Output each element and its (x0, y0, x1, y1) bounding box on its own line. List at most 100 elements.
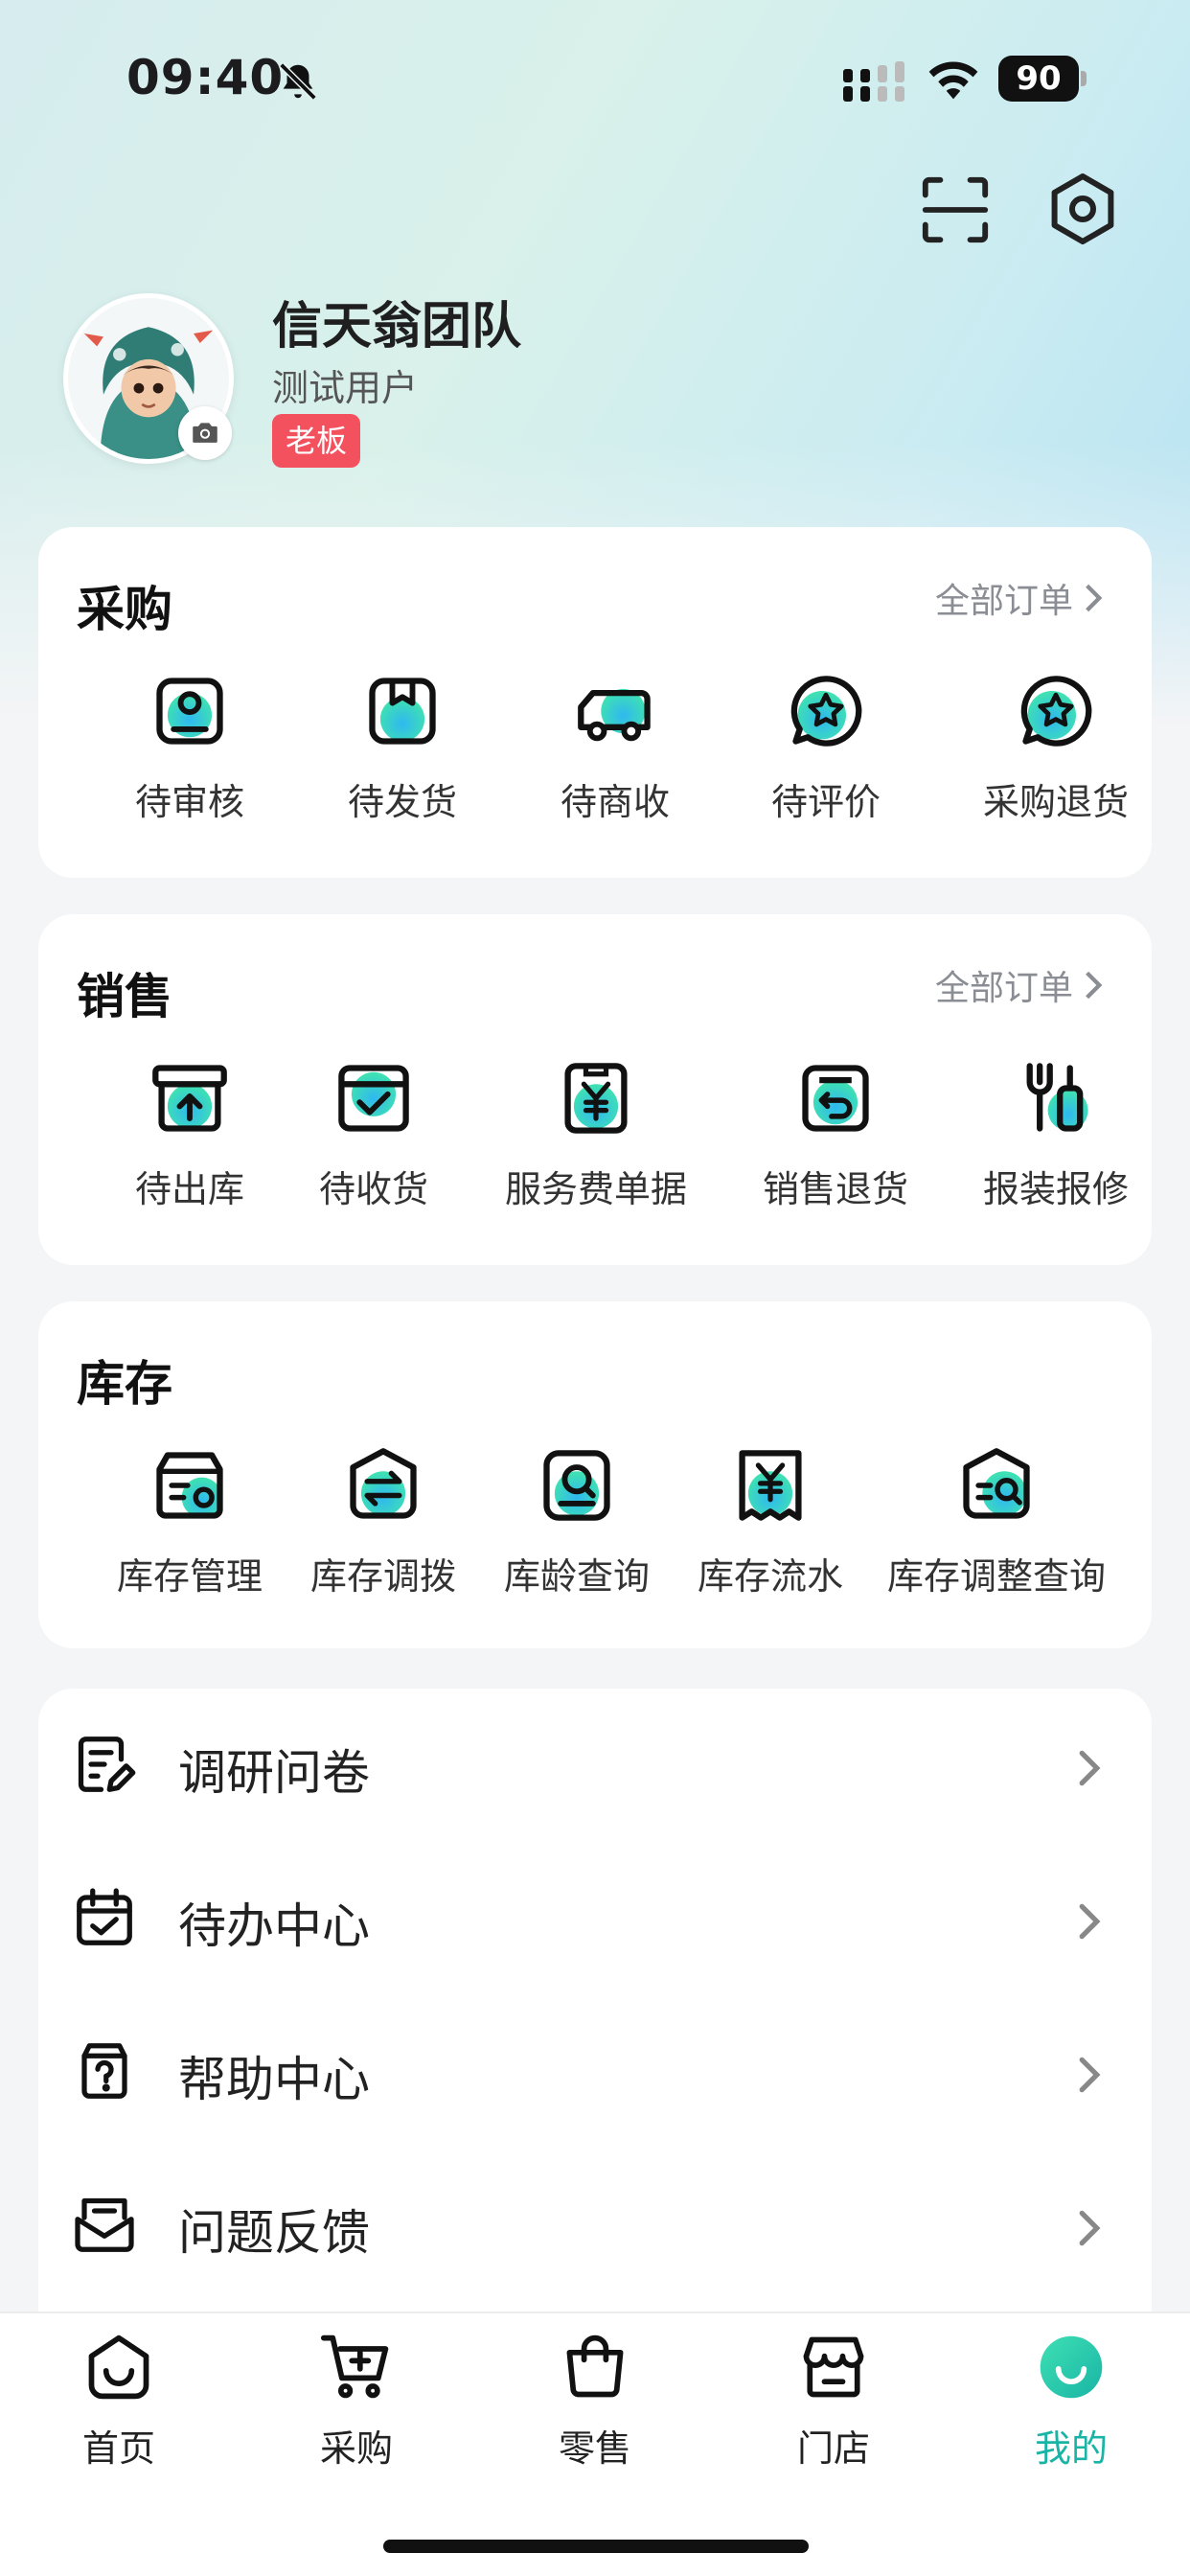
star-chat-icon (1020, 676, 1092, 747)
tab-label: 我的 (1034, 2427, 1108, 2470)
sales-item-label: 销售退货 (762, 1168, 908, 1210)
sales-item-pending-receive[interactable]: 待收货 (268, 1058, 479, 1212)
return-icon (802, 1065, 869, 1132)
menu-item-todo[interactable]: 待办中心 (38, 1842, 1152, 1995)
cart-icon (320, 2334, 389, 2399)
inventory-settings-icon (156, 1452, 223, 1519)
inventory-item-flow[interactable]: 库存流水 (665, 1445, 876, 1599)
purchase-item-pending-review[interactable]: 待审核 (84, 671, 295, 825)
tab-purchase[interactable]: 采购 (261, 2331, 452, 2472)
sales-item-label: 服务费单据 (504, 1168, 687, 1210)
tab-home[interactable]: 首页 (23, 2331, 215, 2472)
yuan-receipt-icon (739, 1450, 802, 1521)
inventory-title: 库存 (77, 1356, 172, 1412)
tab-mine[interactable]: 我的 (975, 2331, 1167, 2472)
outbound-box-icon (152, 1065, 227, 1132)
calendar-check-icon (77, 1888, 132, 1945)
bell-slash-icon (279, 62, 317, 101)
receive-box-icon (338, 1065, 409, 1132)
inventory-item-label: 库存管理 (116, 1555, 263, 1598)
tab-label: 零售 (558, 2427, 631, 2470)
tab-label: 采购 (319, 2427, 393, 2470)
chevron-right-icon (1079, 2057, 1101, 2093)
purchase-title: 采购 (77, 582, 172, 637)
inventory-item-management[interactable]: 库存管理 (84, 1445, 295, 1599)
menu-item-label: 问题反馈 (178, 2205, 370, 2261)
team-name: 信天翁团队 (272, 298, 522, 356)
battery-indicator: 90 (998, 56, 1087, 102)
transfer-icon (350, 1448, 417, 1519)
tab-retail[interactable]: 零售 (499, 2331, 691, 2472)
star-chat-icon (790, 676, 862, 747)
role-badge: 老板 (272, 414, 361, 468)
menu-item-label: 待办中心 (178, 1898, 370, 1954)
tab-label: 首页 (81, 2427, 155, 2470)
sales-card: 销售 全部订单 待出库 待收货 服务费单据 销售退货 报装报修 (38, 914, 1152, 1265)
camera-icon[interactable] (178, 406, 232, 460)
age-search-icon (543, 1450, 610, 1521)
package-icon (369, 678, 436, 745)
purchase-card: 采购 全部订单 待审核 待发货 待商收 待评价 采购退货 (38, 527, 1152, 878)
menu-item-help[interactable]: 帮助中心 (38, 1995, 1152, 2149)
chevron-right-icon (1079, 1750, 1101, 1786)
inventory-item-transfer[interactable]: 库存调拨 (278, 1445, 489, 1599)
purchase-item-label: 待商收 (560, 781, 670, 823)
store-icon (803, 2336, 864, 2398)
wifi-icon (928, 61, 978, 100)
home-indicator (383, 2540, 809, 2553)
feedback-icon (75, 2197, 134, 2252)
purchase-item-pending-receive[interactable]: 待商收 (510, 671, 721, 825)
inventory-item-adjust-query[interactable]: 库存调整查询 (874, 1445, 1119, 1599)
purchase-item-label: 待发货 (347, 781, 457, 823)
status-bar: 09:40 90 (0, 0, 1190, 163)
sales-item-label: 待收货 (318, 1168, 428, 1210)
purchase-item-return[interactable]: 采购退货 (950, 671, 1161, 825)
inventory-item-age-query[interactable]: 库龄查询 (471, 1445, 682, 1599)
menu-item-label: 帮助中心 (178, 2052, 370, 2107)
chevron-right-icon (1079, 2210, 1101, 2246)
purchase-all-orders-label: 全部订单 (934, 582, 1073, 621)
purchase-all-orders-link[interactable]: 全部订单 (935, 573, 1104, 623)
tab-store[interactable]: 门店 (738, 2331, 929, 2472)
scan-icon[interactable] (918, 172, 993, 247)
battery-level: 90 (998, 56, 1079, 102)
menu-item-label: 调研问卷 (178, 1745, 370, 1801)
settings-icon[interactable] (1044, 171, 1121, 247)
chevron-right-icon (1086, 584, 1103, 612)
profile-smile-icon (1040, 2335, 1103, 2399)
sales-item-return[interactable]: 销售退货 (730, 1058, 941, 1212)
purchase-item-label: 待评价 (770, 781, 881, 823)
sales-item-pending-outbound[interactable]: 待出库 (84, 1058, 295, 1212)
review-icon (156, 678, 223, 745)
truck-icon (578, 688, 651, 742)
sales-item-label: 待出库 (134, 1168, 244, 1210)
inventory-item-label: 库存流水 (697, 1555, 843, 1598)
sales-item-install-repair[interactable]: 报装报修 (950, 1058, 1161, 1212)
sales-all-orders-link[interactable]: 全部订单 (935, 960, 1104, 1010)
status-time: 09:40 (126, 50, 285, 105)
signal-icon (843, 61, 904, 102)
purchase-item-label: 待审核 (134, 781, 244, 823)
tab-bar: 首页 采购 零售 门店 我的 (0, 2312, 1190, 2576)
yuan-document-icon (564, 1063, 628, 1134)
sales-item-service-fee[interactable]: 服务费单据 (491, 1058, 701, 1212)
menu-item-survey[interactable]: 调研问卷 (38, 1689, 1152, 1842)
inventory-item-label: 库存调拨 (309, 1555, 456, 1598)
adjust-search-icon (963, 1448, 1030, 1519)
tab-label: 门店 (796, 2427, 870, 2470)
tools-icon (1026, 1063, 1088, 1132)
menu-card: 调研问卷 待办中心 帮助中心 问题反馈 (38, 1689, 1152, 2359)
menu-item-feedback[interactable]: 问题反馈 (38, 2149, 1152, 2302)
sales-all-orders-label: 全部订单 (934, 969, 1073, 1008)
survey-icon (78, 1736, 136, 1792)
chevron-right-icon (1079, 1903, 1101, 1940)
inventory-item-label: 库龄查询 (503, 1555, 650, 1598)
sales-title: 销售 (77, 969, 172, 1024)
home-icon (88, 2334, 149, 2400)
purchase-item-pending-ship[interactable]: 待发货 (297, 671, 508, 825)
help-icon (81, 2043, 127, 2099)
purchase-item-label: 采购退货 (982, 781, 1129, 823)
chevron-right-icon (1086, 971, 1103, 1000)
sales-item-label: 报装报修 (982, 1168, 1129, 1210)
purchase-item-pending-rate[interactable]: 待评价 (721, 671, 931, 825)
